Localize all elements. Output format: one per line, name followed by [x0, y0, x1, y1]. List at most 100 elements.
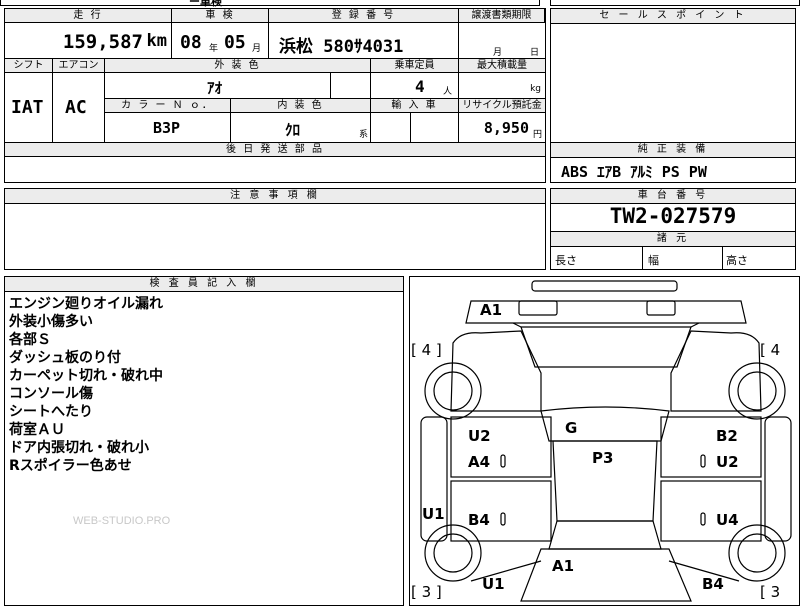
mark-g-roof: G	[565, 419, 578, 437]
rear-window	[548, 520, 662, 550]
ac-value: AC	[65, 97, 87, 118]
color-no-value: B3P	[153, 119, 181, 137]
side-sill-right	[764, 416, 792, 542]
transfer-label: 譲渡書類期限	[459, 9, 545, 23]
dims-label: 諸 元	[551, 231, 795, 247]
note-item: Rスポイラー色あせ	[9, 458, 132, 474]
mark-a4-left: A4	[468, 453, 491, 471]
equipment-value: ABS ｴｱB ｱﾙﾐ PS PW	[561, 163, 707, 181]
sales-point-panel: セ ー ル ス ポ イ ン ト	[550, 8, 796, 143]
color-no-cell: B3P	[105, 113, 231, 143]
door-left-front	[450, 416, 552, 478]
watermark: WEB-STUDIO.PRO	[73, 515, 171, 527]
mileage-label: 走 行	[5, 9, 172, 23]
note-item: コンソール傷	[9, 386, 93, 402]
inspector-label: 検 査 員 記 入 欄	[5, 277, 403, 292]
note-item: 外装小傷多い	[9, 314, 93, 330]
door-right-front	[660, 416, 762, 478]
interior-value: ｸﾛ	[285, 121, 301, 139]
mark-b4-left: B4	[468, 511, 490, 529]
sales-point-label: セ ー ル ス ポ イ ン ト	[551, 9, 795, 24]
mark-p3-center: P3	[592, 449, 614, 467]
plate-label: 登 録 番 号	[269, 9, 459, 23]
transfer-day-unit: 日	[529, 48, 539, 58]
shift-value: IAT	[11, 97, 44, 118]
inspection-month: 05	[224, 32, 246, 53]
mileage-unit: km	[146, 31, 167, 51]
mark-a1-front: A1	[480, 301, 503, 319]
mark-u4-right: U4	[716, 511, 739, 529]
load-unit: kg	[530, 84, 541, 94]
roof	[540, 406, 670, 442]
mileage-cell: 159,587 km	[5, 23, 172, 59]
height-cell: 高さ	[722, 246, 795, 269]
chassis-panel: 車 台 番 号 TW2-027579 諸 元 長さ 幅 高さ	[550, 188, 796, 270]
vehicle-info-panel: 走 行 車 検 登 録 番 号 譲渡書類期限 159,587 km 08 年 0…	[4, 8, 546, 183]
mark-u2-left: U2	[468, 427, 491, 445]
mark-tire-rear-left: [ 3 ]	[411, 583, 442, 601]
height-label: 高さ	[726, 254, 748, 267]
length-label: 長さ	[555, 254, 577, 267]
year-unit: 年	[209, 44, 219, 54]
color-no-label: カ ラ ー Ｎ ｏ．	[105, 99, 231, 113]
capacity-value: 4	[415, 77, 425, 96]
mark-u1-rear: U1	[482, 575, 505, 593]
mark-tire-rear-right: [ 3	[760, 583, 781, 601]
mark-u1-side: U1	[422, 505, 445, 523]
month-unit: 月	[252, 44, 262, 54]
note-item: ドア内張切れ・破れ小	[9, 440, 149, 456]
mark-a1-rear: A1	[552, 557, 575, 575]
mark-u2-right: U2	[716, 453, 739, 471]
note-item: 荷室ＡＵ	[9, 422, 65, 438]
recycle-value: 8,950	[483, 119, 529, 137]
plate-cell: 浜松 580ｻ4031	[269, 23, 459, 59]
shift-label: シフト	[5, 59, 53, 73]
door-right-rear	[660, 480, 762, 542]
headlight-right	[646, 300, 676, 316]
load-cell: kg	[459, 73, 545, 99]
rear-body	[520, 548, 692, 602]
note-item: エンジン廻りオイル漏れ	[9, 296, 163, 312]
parts-cell	[5, 157, 545, 182]
inspection-label: 車 検	[172, 9, 269, 23]
front-bumper	[531, 280, 678, 292]
capacity-unit: 人	[442, 87, 452, 97]
parts-label: 後 日 発 送 部 品	[5, 143, 545, 157]
car-diagram-panel: A1 [ 4 ] [ 4 U2 G B2 A4 P3 U2 U1 B4 U4 A…	[409, 276, 800, 606]
mark-b2-right: B2	[716, 427, 738, 445]
length-cell: 長さ	[551, 246, 643, 269]
door-left-rear	[450, 480, 552, 542]
equipment-panel: 純 正 装 備 ABS ｴｱB ｱﾙﾐ PS PW	[550, 142, 796, 183]
headlight-left	[518, 300, 558, 316]
exterior-cell: ｱｵ	[105, 73, 331, 99]
windshield	[520, 326, 692, 368]
chassis-value: TW2-027579	[609, 204, 737, 228]
note-item: カーペット切れ・破れ中	[9, 368, 163, 384]
import-cell-a	[371, 113, 411, 143]
load-label: 最大積載量	[459, 59, 545, 73]
mark-tire-front-left: [ 4 ]	[411, 341, 442, 359]
top-strip-right	[550, 0, 800, 6]
inspection-year: 08	[180, 32, 202, 53]
equipment-label: 純 正 装 備	[551, 143, 795, 158]
caution-panel: 注 意 事 項 欄	[4, 188, 546, 270]
recycle-cell: 8,950 円	[459, 113, 545, 143]
interior-cell: ｸﾛ 系	[231, 113, 371, 143]
exterior-extra-cell	[331, 73, 371, 99]
import-cell-b	[411, 113, 459, 143]
mark-b4-rear: B4	[702, 575, 724, 593]
capacity-cell: 4 人	[371, 73, 459, 99]
note-item: シートへたり	[9, 404, 93, 420]
inspector-panel: 検 査 員 記 入 欄 エンジン廻りオイル漏れ 外装小傷多い 各部Ｓ ダッシュ板…	[4, 276, 404, 606]
inspector-notes: エンジン廻りオイル漏れ 外装小傷多い 各部Ｓ ダッシュ板のり付 カーペット切れ・…	[9, 295, 163, 475]
interior-suffix: 系	[358, 130, 368, 140]
ac-cell: AC	[53, 73, 105, 143]
top-strip: ー車検	[0, 0, 540, 8]
width-label: 幅	[648, 254, 659, 267]
caution-label: 注 意 事 項 欄	[5, 189, 545, 204]
note-item: 各部Ｓ	[9, 332, 51, 348]
plate-value: 浜松 580ｻ4031	[279, 37, 404, 57]
chassis-label: 車 台 番 号	[551, 189, 795, 204]
exterior-label: 外 装 色	[105, 59, 371, 73]
recycle-unit: 円	[532, 130, 542, 140]
